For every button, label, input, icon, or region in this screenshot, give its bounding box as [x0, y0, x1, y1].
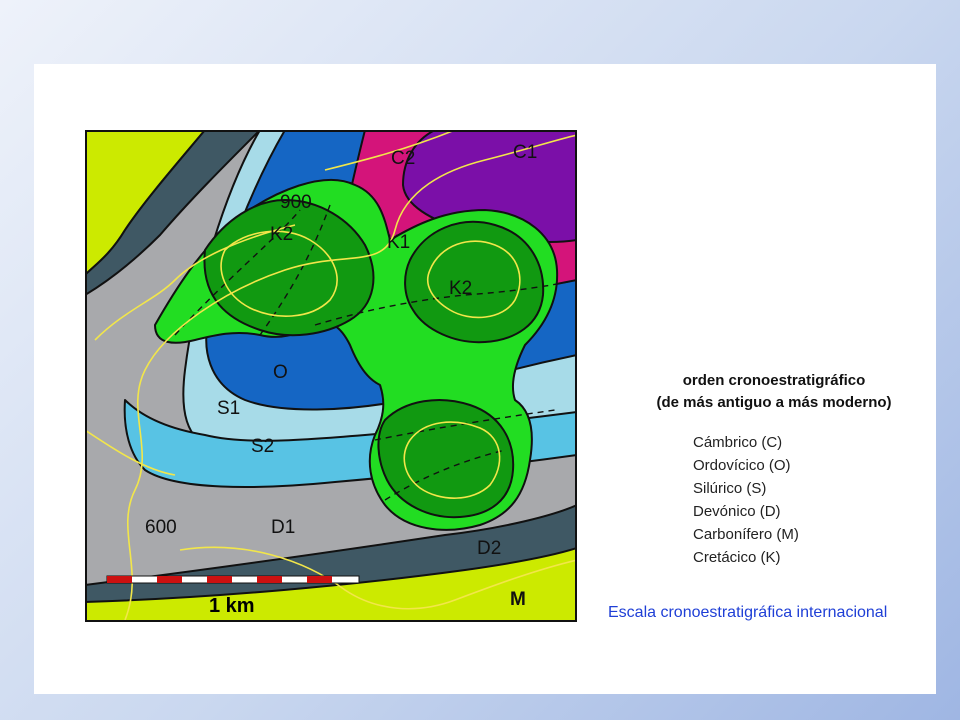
label-d1: D1 [271, 517, 295, 538]
unit-cretaceous-k2-right [404, 220, 545, 344]
label-k2-right: K2 [449, 278, 472, 299]
legend-title-line2: (de más antiguo a más moderno) [656, 394, 892, 411]
scale-bar-label: 1 km [209, 595, 255, 617]
legend-item: Devónico (D) [693, 503, 781, 520]
label-d2: D2 [477, 538, 501, 559]
legend: orden cronoestratigráfico (de más antigu… [614, 370, 924, 569]
legend-item: Cámbrico (C) [693, 434, 783, 451]
slide: C1 C2 900 K2 K1 K2 O S1 S2 600 D1 D2 M 1… [34, 64, 936, 694]
legend-item: Silúrico (S) [693, 480, 767, 497]
label-c2: C2 [391, 148, 415, 169]
legend-item: Carbonífero (M) [693, 526, 799, 543]
label-s1: S1 [217, 398, 240, 419]
legend-title-line1: orden cronoestratigráfico [682, 372, 866, 389]
label-c1: C1 [513, 142, 537, 163]
label-contour-600: 600 [145, 517, 177, 538]
caption: Escala cronoestratigráfica internacional [608, 604, 888, 621]
label-k2-left: K2 [270, 224, 293, 245]
legend-item: Ordovícico (O) [693, 457, 791, 474]
label-s2: S2 [251, 436, 274, 457]
label-k1: K1 [387, 232, 410, 253]
geologic-map: C1 C2 900 K2 K1 K2 O S1 S2 600 D1 D2 M 1… [85, 130, 577, 622]
legend-list: Cámbrico (C) Ordovícico (O) Silúrico (S)… [614, 431, 924, 569]
label-contour-900: 900 [280, 192, 312, 213]
label-o: O [273, 362, 288, 383]
label-m: M [510, 589, 526, 610]
legend-item: Cretácico (K) [693, 549, 781, 566]
